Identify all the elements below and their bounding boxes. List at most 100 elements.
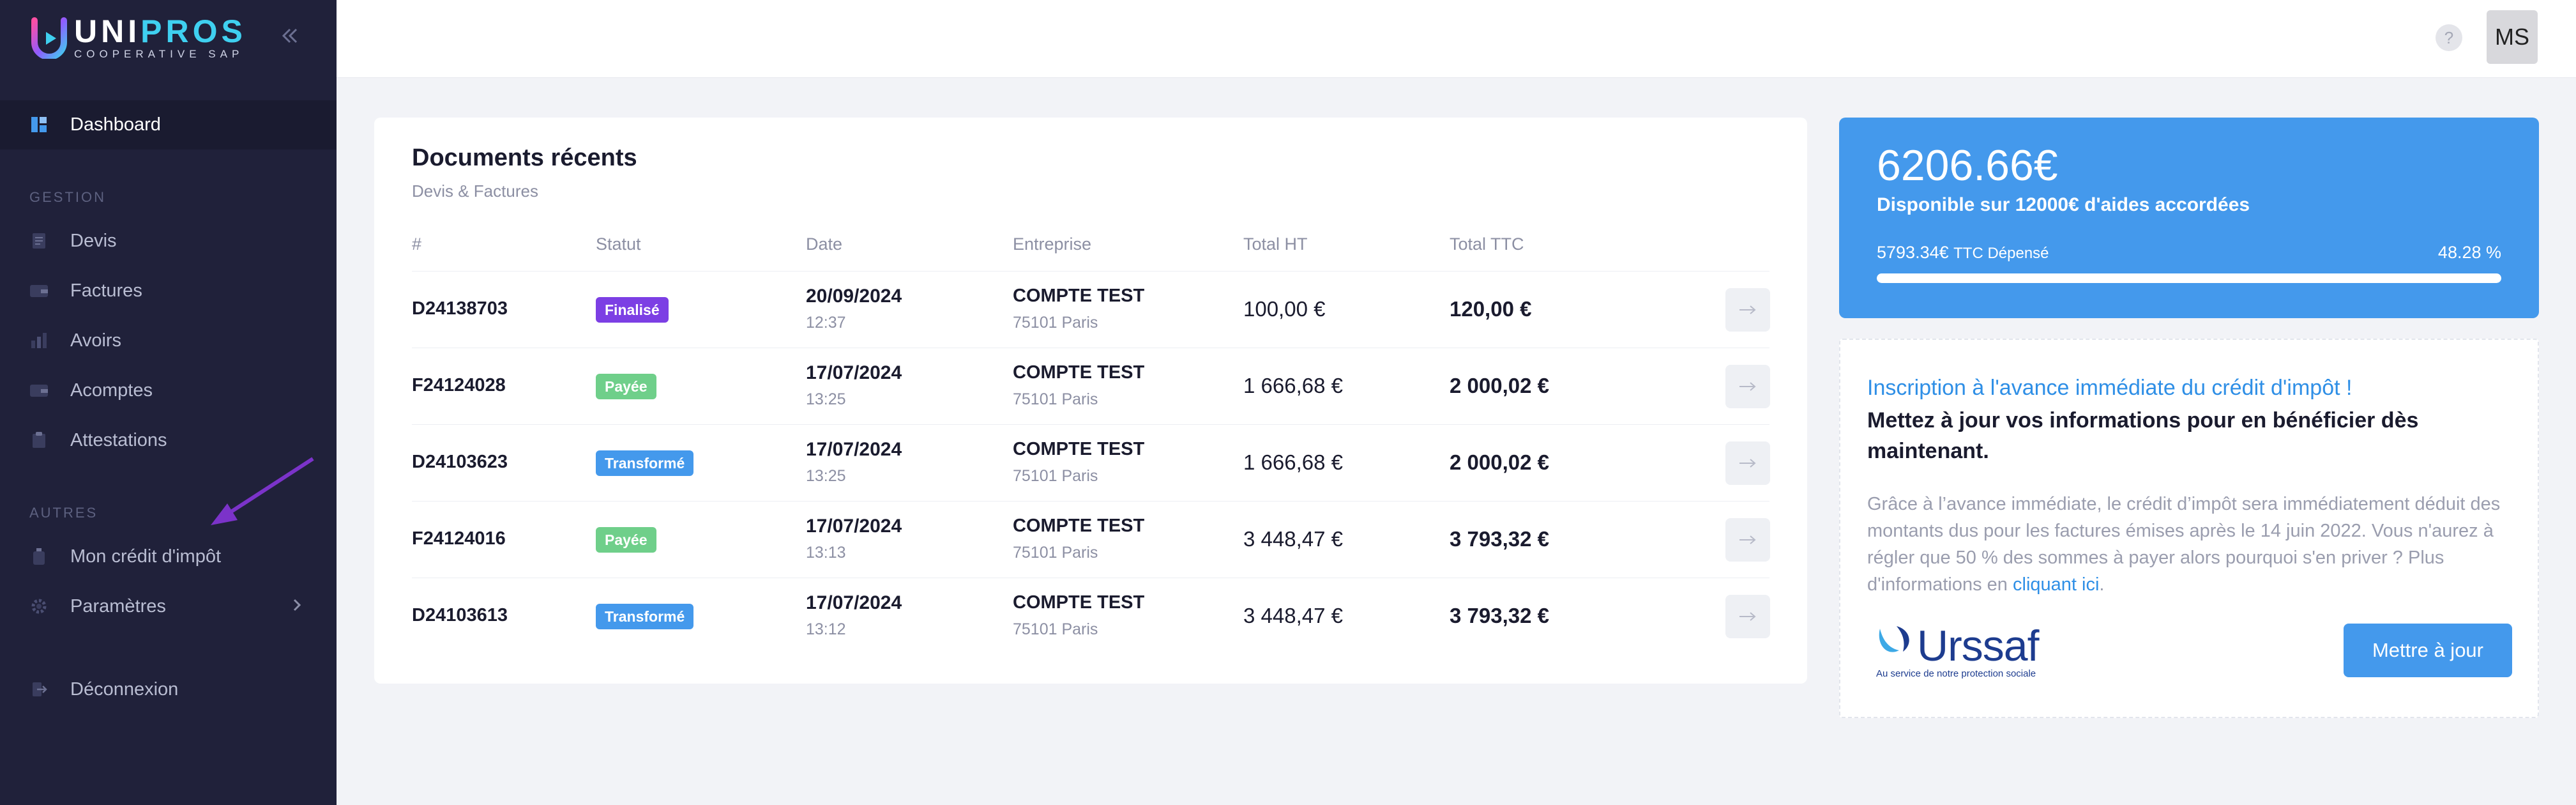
arrow-right-icon	[1739, 459, 1756, 468]
table-row[interactable]: D24103623 Transformé 17/07/2024 13:25 COMPTE…	[412, 424, 1770, 501]
sidebar-item-deconnexion[interactable]: Déconnexion	[29, 677, 178, 702]
company-name: COMPTE TEST	[1013, 592, 1145, 613]
info-body: Grâce à l’avance immédiate, le crédit d’…	[1867, 491, 2516, 598]
sidebar-item-label: Devis	[70, 230, 117, 251]
table-row[interactable]: D24103613 Transformé 17/07/2024 13:12 COMPTE…	[412, 578, 1770, 654]
gear-icon	[29, 597, 49, 616]
table-row[interactable]: F24124028 Payée 17/07/2024 13:25 COMPTE TEST…	[412, 348, 1770, 424]
sidebar-item-devis[interactable]: Devis	[29, 228, 117, 254]
sidebar-item-acomptes[interactable]: Acomptes	[29, 378, 153, 403]
section-gestion: GESTION	[29, 189, 107, 205]
company-city: 75101 Paris	[1013, 390, 1098, 408]
aid-spent-amount: 5793.34€	[1877, 243, 1949, 262]
total-ht: 100,00 €	[1243, 297, 1326, 321]
total-ttc: 120,00 €	[1450, 297, 1532, 321]
sidebar-item-label: Mon crédit d'impôt	[70, 546, 222, 567]
tax-credit-info-card: Inscription à l'avance immédiate du créd…	[1839, 339, 2539, 718]
sidebar-item-label: Déconnexion	[70, 678, 179, 700]
sidebar-item-label: Paramètres	[70, 595, 166, 617]
card-subtitle: Devis & Factures	[412, 181, 538, 201]
info-body-text: Grâce à l’avance immédiate, le crédit d’…	[1867, 494, 2501, 595]
column-header-total-ttc: Total TTC	[1450, 234, 1524, 254]
wallet-icon	[29, 381, 49, 400]
more-info-link[interactable]: cliquant ici	[2013, 574, 2099, 595]
document-number: D24103623	[412, 452, 508, 472]
collapse-sidebar-icon[interactable]	[277, 23, 303, 49]
urssaf-name: Urssaf	[1917, 622, 2039, 670]
company-name: COMPTE TEST	[1013, 439, 1145, 459]
company-name: COMPTE TEST	[1013, 362, 1145, 383]
total-ttc: 3 793,32 €	[1450, 604, 1549, 627]
document-number: F24124028	[412, 375, 506, 395]
total-ht: 1 666,68 €	[1243, 374, 1343, 397]
aid-progress-bar	[1877, 273, 2501, 283]
logout-icon	[29, 680, 49, 699]
table-row[interactable]: F24124016 Payée 17/07/2024 13:13 COMPTE TEST…	[412, 501, 1770, 578]
total-ttc: 2 000,02 €	[1450, 374, 1549, 397]
status-badge: Transformé	[596, 450, 694, 476]
section-autres: AUTRES	[29, 505, 98, 521]
open-document-button[interactable]	[1725, 365, 1770, 408]
chevron-right-icon[interactable]	[289, 597, 305, 613]
sidebar-item-factures[interactable]: Factures	[29, 278, 142, 303]
sidebar-item-label: Acomptes	[70, 379, 153, 401]
sidebar-item-credit-impot[interactable]: Mon crédit d'impôt	[29, 544, 221, 569]
urssaf-logo: Urssaf Au service de notre protection so…	[1874, 621, 2065, 685]
sidebar-item-parametres[interactable]: Paramètres	[29, 594, 166, 619]
clipboard-icon	[29, 431, 49, 450]
aid-spent: 5793.34€ TTC Dépensé	[1877, 243, 2049, 263]
table-row[interactable]: D24138703 Finalisé 20/09/2024 12:37 COMPTE T…	[412, 271, 1770, 348]
column-header-number: #	[412, 234, 422, 254]
brand-logo[interactable]: UNIPROS COOPERATIVE SAP	[28, 15, 246, 60]
document-number: D24103613	[412, 605, 508, 625]
arrow-right-icon	[1739, 535, 1756, 544]
annotation-arrow-icon	[211, 457, 314, 525]
status-badge: Transformé	[596, 604, 694, 629]
info-title: Mettez à jour vos informations pour en b…	[1867, 408, 2419, 463]
total-ht: 3 448,47 €	[1243, 527, 1343, 551]
company-city: 75101 Paris	[1013, 544, 1098, 562]
aid-summary-card: 6206.66€ Disponible sur 12000€ d'aides a…	[1839, 118, 2539, 318]
avatar[interactable]: MS	[2487, 10, 2538, 64]
column-header-company: Entreprise	[1013, 234, 1092, 254]
aid-percent: 48.28 %	[2437, 243, 2501, 262]
update-info-button[interactable]: Mettre à jour	[2344, 624, 2512, 677]
company-city: 75101 Paris	[1013, 314, 1098, 332]
sidebar-item-label: Attestations	[70, 429, 167, 450]
total-ht: 3 448,47 €	[1243, 604, 1343, 627]
help-icon[interactable]: ?	[2436, 24, 2462, 51]
bottle-icon	[29, 547, 49, 566]
sidebar-item-avoirs[interactable]: Avoirs	[29, 328, 121, 353]
document-time: 13:13	[806, 544, 846, 562]
document-icon	[29, 231, 49, 250]
arrow-right-icon	[1739, 382, 1756, 391]
sidebar-item-label: Factures	[70, 280, 142, 301]
open-document-button[interactable]	[1725, 518, 1770, 562]
brand-name: UNIPROS	[74, 15, 246, 47]
sidebar-item-dashboard[interactable]: Dashboard	[29, 112, 161, 137]
brand-subtitle: COOPERATIVE SAP	[74, 48, 244, 60]
document-date: 17/07/2024	[806, 516, 902, 537]
arrow-right-icon	[1739, 612, 1756, 621]
open-document-button[interactable]	[1725, 441, 1770, 485]
company-name: COMPTE TEST	[1013, 516, 1145, 536]
sidebar-item-attestations[interactable]: Attestations	[29, 427, 167, 453]
chart-bars-icon	[29, 331, 49, 350]
brand-name-suffix: PROS	[140, 13, 246, 49]
status-badge: Payée	[596, 527, 656, 553]
total-ht: 1 666,68 €	[1243, 450, 1343, 474]
document-number: F24124016	[412, 528, 506, 549]
logo-mark-icon	[31, 17, 67, 59]
open-document-button[interactable]	[1725, 595, 1770, 638]
aid-progress-fill	[1877, 273, 2501, 283]
card-title: Documents récents	[412, 144, 637, 171]
info-headline-link[interactable]: Inscription à l'avance immédiate du créd…	[1867, 376, 2352, 401]
company-city: 75101 Paris	[1013, 620, 1098, 638]
document-time: 13:25	[806, 467, 846, 485]
urssaf-tagline: Au service de notre protection sociale	[1876, 668, 2036, 679]
aid-description: Disponible sur 12000€ d'aides accordées	[1877, 194, 2250, 215]
wallet-icon	[29, 281, 49, 300]
column-header-status: Statut	[596, 234, 641, 254]
sidebar: UNIPROS COOPERATIVE SAP Dashboard GESTIO…	[0, 0, 337, 805]
open-document-button[interactable]	[1725, 288, 1770, 332]
